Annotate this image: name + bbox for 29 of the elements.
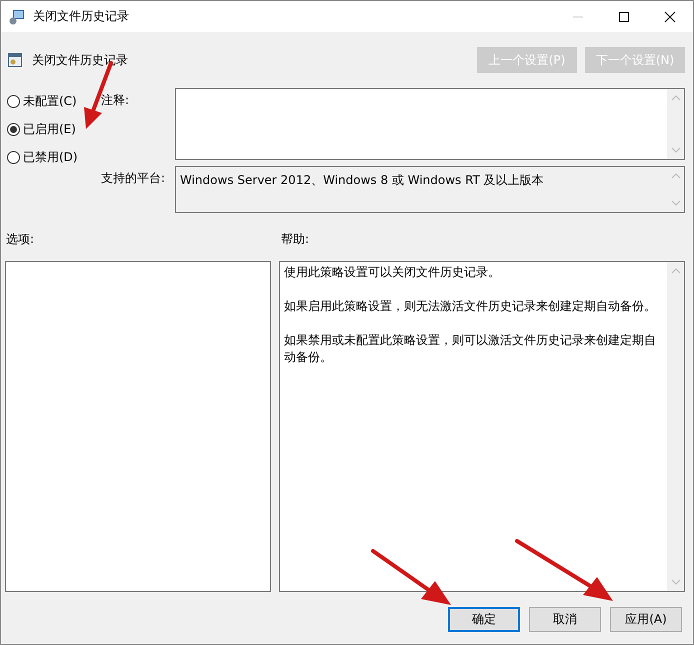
help-paragraph: 如果禁用或未配置此策略设置，则可以激活文件历史记录来创建定期自动备份。 [284, 332, 657, 366]
policy-icon [7, 52, 23, 68]
platform-text: Windows Server 2012、Windows 8 或 Windows RT 及以上版本 [179, 172, 545, 189]
scroll-down-icon[interactable] [670, 579, 680, 585]
radio-label[interactable]: 已启用(E) [23, 120, 76, 138]
help-paragraph: 使用此策略设置可以关闭文件历史记录。 [284, 264, 501, 281]
scroll-up-icon[interactable] [670, 173, 680, 179]
platform-label: 支持的平台: [101, 170, 166, 187]
dialog-button[interactable]: 确定 [448, 607, 520, 632]
help-paragraph: 如果启用此策略设置，则无法激活文件历史记录来创建定期自动备份。 [284, 298, 657, 315]
help-label: 帮助: [281, 231, 310, 248]
scroll-up-icon[interactable] [670, 95, 680, 101]
radio-button[interactable] [7, 150, 20, 164]
dialog-button[interactable]: 应用(A) [610, 607, 682, 632]
radio-label[interactable]: 未配置(C) [23, 92, 77, 110]
window-title: 关闭文件历史记录 [33, 8, 129, 25]
computer-icon [9, 8, 25, 24]
comment-field[interactable] [175, 88, 685, 160]
scroll-down-icon[interactable] [670, 200, 680, 206]
maximize-icon[interactable] [618, 10, 630, 22]
scroll-down-icon[interactable] [670, 147, 680, 153]
close-icon[interactable] [664, 10, 676, 22]
radio-label[interactable]: 已禁用(D) [23, 148, 78, 166]
dialog-button[interactable]: 取消 [529, 607, 601, 632]
options-label: 选项: [5, 231, 36, 248]
radio-button[interactable] [7, 94, 20, 108]
comment-label: 注释: [101, 92, 130, 109]
radio-button[interactable] [7, 122, 20, 136]
scroll-up-icon[interactable] [670, 268, 680, 274]
